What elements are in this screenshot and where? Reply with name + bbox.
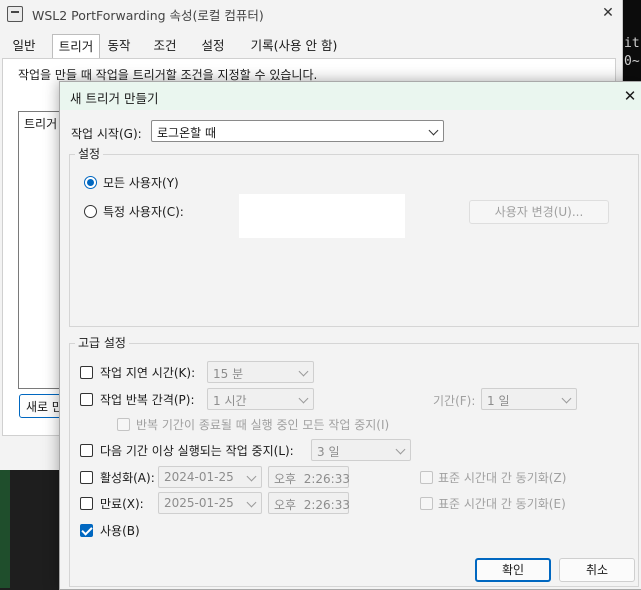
activate-label[interactable]: 활성화(A): bbox=[100, 469, 155, 486]
settings-group-label: 설정 bbox=[75, 145, 104, 162]
repeat-label[interactable]: 작업 반복 간격(P): bbox=[100, 391, 195, 408]
close-icon[interactable]: ✕ bbox=[620, 86, 640, 106]
task-scheduler-icon bbox=[7, 6, 23, 22]
close-icon[interactable]: ✕ bbox=[596, 2, 620, 24]
chevron-down-icon bbox=[247, 493, 257, 513]
dialog-title: 새 트리거 만들기 bbox=[70, 91, 159, 106]
delay-select[interactable]: 15 분 bbox=[207, 361, 314, 383]
chevron-down-icon bbox=[562, 389, 572, 409]
ok-button[interactable]: 확인 bbox=[475, 558, 551, 582]
new-trigger-dialog: 새 트리거 만들기 ✕ 작업 시작(G): 로그온할 때 설정 모든 사용자(Y… bbox=[59, 81, 641, 590]
tab-triggers[interactable]: 트리거 bbox=[52, 34, 100, 58]
tab-history[interactable]: 기록(사용 안 함) bbox=[248, 36, 340, 56]
activate-time-field[interactable]: 오후 2:26:33 bbox=[268, 466, 350, 488]
start-task-select[interactable]: 로그온할 때 bbox=[151, 120, 444, 142]
expire-label[interactable]: 만료(X): bbox=[100, 495, 144, 512]
start-task-value: 로그온할 때 bbox=[157, 126, 217, 140]
chevron-down-icon bbox=[299, 389, 309, 409]
specific-user-radio[interactable] bbox=[84, 205, 97, 218]
stop-longer-value: 3 일 bbox=[317, 445, 340, 459]
expire-date-value: 2025-01-25 bbox=[164, 496, 234, 510]
sync-tz-expire-label[interactable]: 표준 시간대 간 동기화(E) bbox=[438, 495, 566, 512]
chevron-down-icon bbox=[429, 121, 439, 141]
specific-user-label[interactable]: 특정 사용자(C): bbox=[103, 203, 184, 220]
activate-date-value: 2024-01-25 bbox=[164, 470, 234, 484]
duration-select[interactable]: 1 일 bbox=[481, 388, 577, 410]
chevron-down-icon bbox=[396, 440, 406, 460]
tab-general[interactable]: 일반 bbox=[9, 36, 39, 56]
activate-checkbox[interactable] bbox=[80, 471, 93, 484]
dialog-title-bar[interactable]: 새 트리거 만들기 ✕ bbox=[60, 82, 641, 110]
tab-settings[interactable]: 설정 bbox=[198, 36, 228, 56]
expire-time-field[interactable]: 오후 2:26:33 bbox=[268, 492, 350, 514]
expire-checkbox[interactable] bbox=[80, 497, 93, 510]
enabled-checkbox[interactable] bbox=[80, 524, 93, 537]
delay-value: 15 분 bbox=[213, 367, 244, 381]
stop-repeat-label[interactable]: 반복 기간이 종료될 때 실행 중인 모든 작업 중지(I) bbox=[136, 416, 389, 433]
terminal-line: it bbox=[624, 36, 640, 51]
duration-label: 기간(F): bbox=[433, 394, 476, 408]
stop-longer-checkbox[interactable] bbox=[80, 444, 93, 457]
activate-time-value: 오후 2:26:33 bbox=[274, 472, 350, 486]
properties-title-bar[interactable]: WSL2 PortForwarding 속성(로컬 컴퓨터) ✕ bbox=[0, 0, 622, 28]
repeat-select[interactable]: 1 시간 bbox=[207, 388, 314, 410]
sync-tz-expire-checkbox[interactable] bbox=[420, 497, 433, 510]
terminal-line: 0~ bbox=[624, 54, 640, 69]
change-user-button[interactable]: 사용자 변경(U)... bbox=[469, 200, 609, 224]
chevron-down-icon bbox=[299, 362, 309, 382]
tab-conditions[interactable]: 조건 bbox=[150, 36, 180, 56]
enabled-label[interactable]: 사용(B) bbox=[100, 522, 140, 539]
stop-longer-select[interactable]: 3 일 bbox=[311, 439, 411, 461]
expire-time-value: 오후 2:26:33 bbox=[274, 498, 350, 512]
all-users-radio[interactable] bbox=[84, 176, 97, 189]
activate-date-picker[interactable]: 2024-01-25 bbox=[158, 466, 262, 488]
trigger-list-header[interactable]: 트리거 bbox=[24, 115, 57, 132]
repeat-value: 1 시간 bbox=[213, 394, 247, 408]
sync-tz-activate-label[interactable]: 표준 시간대 간 동기화(Z) bbox=[438, 469, 566, 486]
specific-user-field bbox=[239, 194, 405, 238]
cancel-button[interactable]: 취소 bbox=[559, 558, 635, 582]
start-task-label: 작업 시작(G): bbox=[71, 127, 142, 141]
expire-date-picker[interactable]: 2025-01-25 bbox=[158, 492, 262, 514]
advanced-group-label: 고급 설정 bbox=[75, 334, 129, 351]
repeat-checkbox[interactable] bbox=[80, 393, 93, 406]
delay-checkbox[interactable] bbox=[80, 366, 93, 379]
duration-value: 1 일 bbox=[487, 394, 510, 408]
properties-title: WSL2 PortForwarding 속성(로컬 컴퓨터) bbox=[32, 8, 264, 23]
all-users-label[interactable]: 모든 사용자(Y) bbox=[103, 174, 179, 191]
stop-repeat-checkbox[interactable] bbox=[117, 418, 130, 431]
chevron-down-icon bbox=[247, 467, 257, 487]
background-desktop bbox=[0, 470, 10, 588]
delay-label[interactable]: 작업 지연 시간(K): bbox=[100, 364, 195, 381]
tab-actions[interactable]: 동작 bbox=[104, 36, 134, 56]
stop-longer-label[interactable]: 다음 기간 이상 실행되는 작업 중지(L): bbox=[100, 442, 294, 459]
sync-tz-activate-checkbox[interactable] bbox=[420, 471, 433, 484]
